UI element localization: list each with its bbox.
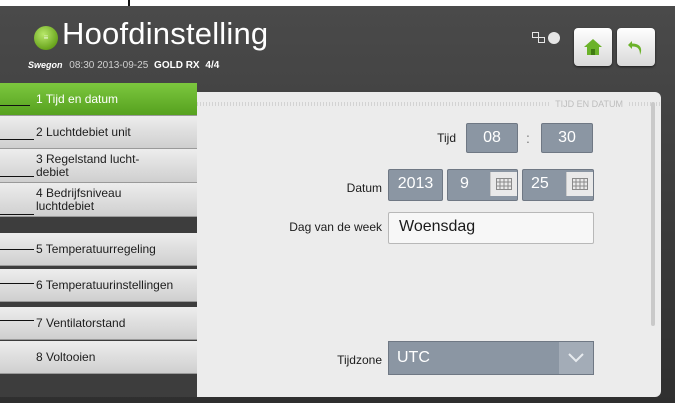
- home-button[interactable]: [574, 28, 612, 66]
- sidebar-item-luchtdebiet-unit[interactable]: 2 Luchtdebiet unit: [0, 116, 197, 149]
- month-value: 9: [460, 175, 469, 192]
- time-label: Tijd: [437, 131, 456, 145]
- unit-name: GOLD RX: [154, 60, 200, 71]
- chevron-down-icon[interactable]: [559, 342, 593, 374]
- back-arrow-icon: [628, 41, 642, 55]
- day-value: 25: [531, 175, 549, 192]
- month-field[interactable]: 9: [447, 169, 518, 201]
- callout-line: [0, 320, 34, 321]
- weekday-label: Dag van de week: [289, 220, 382, 234]
- year-field[interactable]: 2013: [388, 169, 443, 201]
- time-separator: :: [526, 130, 530, 146]
- sidebar-item-bedrijfsniveau[interactable]: 4 Bedrijfsniveau luchtdebiet: [0, 183, 197, 217]
- callout-line: [0, 249, 34, 250]
- day-field[interactable]: 25: [522, 169, 594, 201]
- timezone-select[interactable]: UTC: [388, 341, 594, 375]
- status-icons: [532, 32, 562, 46]
- panel-title: TIJD EN DATUM: [551, 98, 627, 110]
- sidebar-item-tijd-en-datum[interactable]: 1 Tijd en datum: [0, 83, 197, 116]
- header: ≡ Hoofdinstelling Swegon 08:30 2013-09-2…: [0, 6, 675, 82]
- timezone-value: UTC: [397, 349, 430, 366]
- hour-field[interactable]: 08: [466, 123, 518, 153]
- equalizer-icon: ≡: [34, 26, 58, 50]
- weekday-field: Woensdag: [388, 212, 594, 244]
- calendar-icon[interactable]: [566, 172, 593, 196]
- callout-line: [0, 214, 34, 215]
- timezone-label: Tijdzone: [337, 353, 382, 367]
- step-indicator: 4/4: [205, 60, 220, 71]
- network-icon: [532, 32, 545, 43]
- callout-line: [0, 105, 30, 106]
- minute-field[interactable]: 30: [541, 123, 593, 153]
- callout-line: [0, 283, 34, 284]
- back-button[interactable]: [617, 28, 655, 66]
- device-screen: ≡ Hoofdinstelling Swegon 08:30 2013-09-2…: [0, 6, 675, 403]
- callout-line: [0, 176, 34, 177]
- sidebar: 1 Tijd en datum 2 Luchtdebiet unit 3 Reg…: [0, 83, 197, 397]
- user-icon: [548, 32, 560, 44]
- panel-header: TIJD EN DATUM: [197, 98, 661, 110]
- page-title: Hoofdinstelling: [62, 16, 269, 51]
- callout-line: [0, 139, 34, 140]
- sidebar-item-ventilatorstand[interactable]: 7 Ventilatorstand: [0, 307, 197, 340]
- scrollbar[interactable]: [651, 102, 655, 326]
- sidebar-item-temperatuurinstellingen[interactable]: 6 Temperatuurinstellingen: [0, 269, 197, 302]
- sidebar-item-regelstand[interactable]: 3 Regelstand lucht- debiet: [0, 149, 197, 183]
- calendar-icon[interactable]: [490, 172, 517, 196]
- sidebar-item-voltooien[interactable]: 8 Voltooien: [0, 341, 197, 374]
- date-label: Datum: [346, 181, 382, 195]
- datetime: 08:30 2013-09-25: [69, 60, 149, 71]
- brand-logo: Swegon: [28, 60, 63, 70]
- status-line: Swegon 08:30 2013-09-25 GOLD RX 4/4: [28, 60, 219, 71]
- home-icon: [584, 39, 602, 55]
